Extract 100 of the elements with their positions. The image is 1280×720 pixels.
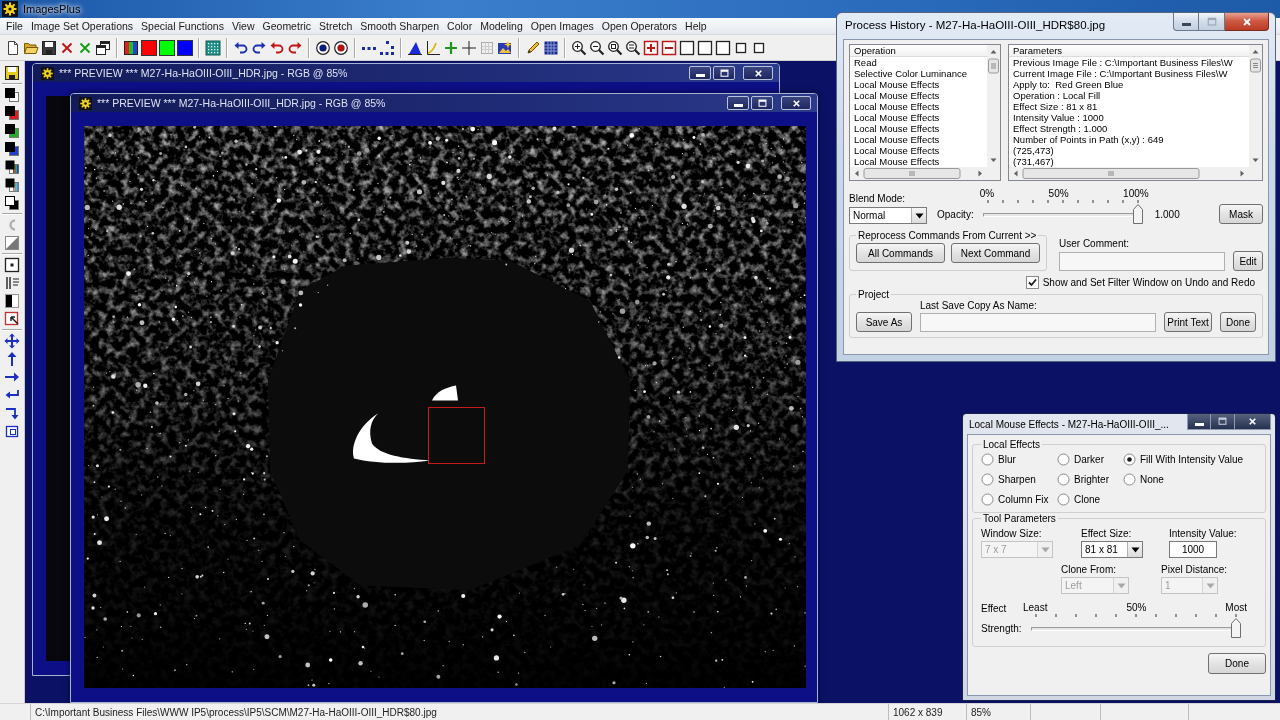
new-document-icon[interactable] [5,39,21,56]
menu-item[interactable]: Stretch [314,18,357,34]
close-button[interactable] [1235,414,1271,430]
radio-option[interactable]: Sharpen [981,473,1057,486]
list-item[interactable]: Effect Strength : 1.000 [1009,123,1249,134]
dotted-points-icon[interactable] [379,39,395,56]
menu-item[interactable]: Modeling [476,18,527,34]
menu-item[interactable]: File [2,18,27,34]
slider-thumb[interactable] [1231,618,1241,638]
radio-option[interactable]: Brighter [1057,473,1123,486]
command-button[interactable]: Next Command [951,243,1040,263]
overlapping-squares-icon[interactable] [4,123,20,139]
stacked-windows-icon[interactable] [95,39,111,56]
maximize-button[interactable] [751,96,773,110]
minimize-button[interactable] [727,96,749,110]
radio-icon[interactable] [1057,493,1070,506]
minimize-button[interactable] [1173,13,1199,31]
magnifier-icon[interactable] [625,39,641,56]
list-item[interactable]: Local Mouse Effects [850,134,987,145]
maximize-button[interactable] [1211,414,1235,430]
square-icon[interactable] [715,39,731,56]
list-item[interactable]: Local Mouse Effects [850,112,987,123]
radio-icon[interactable] [1057,453,1070,466]
slider-thumb[interactable] [1132,204,1143,224]
menu-item[interactable]: Special Functions [137,18,228,34]
diagonal-square-icon[interactable] [4,235,20,251]
comment-field[interactable] [1059,251,1225,271]
operation-list[interactable]: Operation Read Selective Color Luminance Local Mouse Effects Local Mouse Effects Local Mouse Effects Local Mouse Effects Local Mouse Effects Local Mouse Effects Local Mouse Effects Local Mouse Effects [849,44,1001,181]
grid-icon[interactable] [543,39,559,56]
list-item[interactable]: Local Mouse Effects [850,156,987,167]
minus-square-icon[interactable] [661,39,677,56]
dropdown-field[interactable]: 81 x 81 [1081,541,1143,558]
close-button[interactable] [1225,13,1269,31]
list-item[interactable]: Previous Image File : C:\Important Business Files\W [1009,57,1249,68]
ring-dot-icon[interactable] [333,39,349,56]
radio-icon[interactable] [1057,473,1070,486]
magnifier-plus-icon[interactable] [571,39,587,56]
menu-item[interactable]: Geometric [258,18,315,34]
menu-item[interactable]: View [227,18,259,34]
filter-window-checkbox[interactable]: Show and Set Filter Window on Undo and Redo [1025,276,1255,289]
input-field[interactable]: 1000 [1169,541,1217,558]
done-button[interactable]: Done [1220,312,1256,332]
magnifier-minus-icon[interactable] [589,39,605,56]
overlapping-squares-icon[interactable] [4,159,20,175]
menu-item[interactable]: Open Operators [597,18,682,34]
minimize-button[interactable] [689,66,711,80]
save-as-button[interactable]: Save As [856,312,912,332]
swatch-icon[interactable] [177,39,193,56]
list-item[interactable]: Operation : Local Fill [1009,90,1249,101]
checkbox-icon[interactable] [1025,276,1039,289]
radio-icon[interactable] [981,493,994,506]
list-item[interactable]: Local Mouse Effects [850,101,987,112]
turn-arrow-icon[interactable] [4,405,20,421]
radio-option[interactable]: None [1123,473,1257,486]
maximize-button[interactable] [713,66,735,80]
half-square-icon[interactable] [4,293,20,309]
overlapping-squares-icon[interactable] [4,141,20,157]
overlapping-squares-icon[interactable] [4,105,20,121]
column-header[interactable]: Parameters [1009,45,1249,57]
list-item[interactable]: (731,467) [1009,156,1249,167]
ring-dot-icon[interactable] [315,39,331,56]
radio-icon[interactable] [1123,453,1136,466]
vertical-scrollbar[interactable] [987,45,1000,180]
list-item[interactable]: Local Mouse Effects [850,123,987,134]
list-item[interactable]: Number of Points in Path (x,y) : 649 [1009,134,1249,145]
axes-curve-icon[interactable] [425,39,441,56]
minimize-button[interactable] [1187,414,1211,430]
list-item[interactable]: Intensity Value : 1000 [1009,112,1249,123]
radio-option[interactable]: Darker [1057,453,1123,466]
strength-slider[interactable] [1031,618,1241,638]
radio-option[interactable]: Column Fix [981,493,1057,506]
list-item[interactable]: Selective Color Luminance [850,68,987,79]
square-icon[interactable] [697,39,713,56]
list-item[interactable]: Local Mouse Effects [850,145,987,156]
done-button[interactable]: Done [1208,653,1266,674]
curved-arrow-icon[interactable] [233,39,249,56]
edit-button[interactable]: Edit [1233,251,1263,271]
list-item[interactable]: Current Image File : C:\Important Business Files\W [1009,68,1249,79]
curved-arrow-icon[interactable] [269,39,285,56]
overlapping-squares-icon[interactable] [4,177,20,193]
radio-option[interactable]: Clone [1057,493,1123,506]
swatch-icon[interactable] [159,39,175,56]
color-bars-icon[interactable] [123,39,139,56]
menu-item[interactable]: Image Set Operations [26,18,138,34]
radio-option[interactable]: Fill With Intensity Value [1123,453,1257,466]
crosshair-icon[interactable] [461,39,477,56]
radio-icon[interactable] [1123,473,1136,486]
dot-square-icon[interactable] [4,257,20,273]
dotted-grid-icon[interactable] [205,39,221,56]
swatch-icon[interactable] [141,39,157,56]
vertical-scrollbar[interactable] [1249,45,1262,180]
menu-item[interactable]: Open Images [526,18,598,34]
list-item[interactable]: Local Mouse Effects [850,79,987,90]
horizontal-scrollbar[interactable] [850,167,987,180]
list-item[interactable]: Apply to: Red Green Blue [1009,79,1249,90]
opacity-slider[interactable] [982,204,1143,224]
pencil-icon[interactable] [525,39,541,56]
print-text-button[interactable]: Print Text [1164,312,1212,332]
window-icon[interactable] [4,423,20,439]
menu-item[interactable]: Smooth Sharpen [356,18,444,34]
